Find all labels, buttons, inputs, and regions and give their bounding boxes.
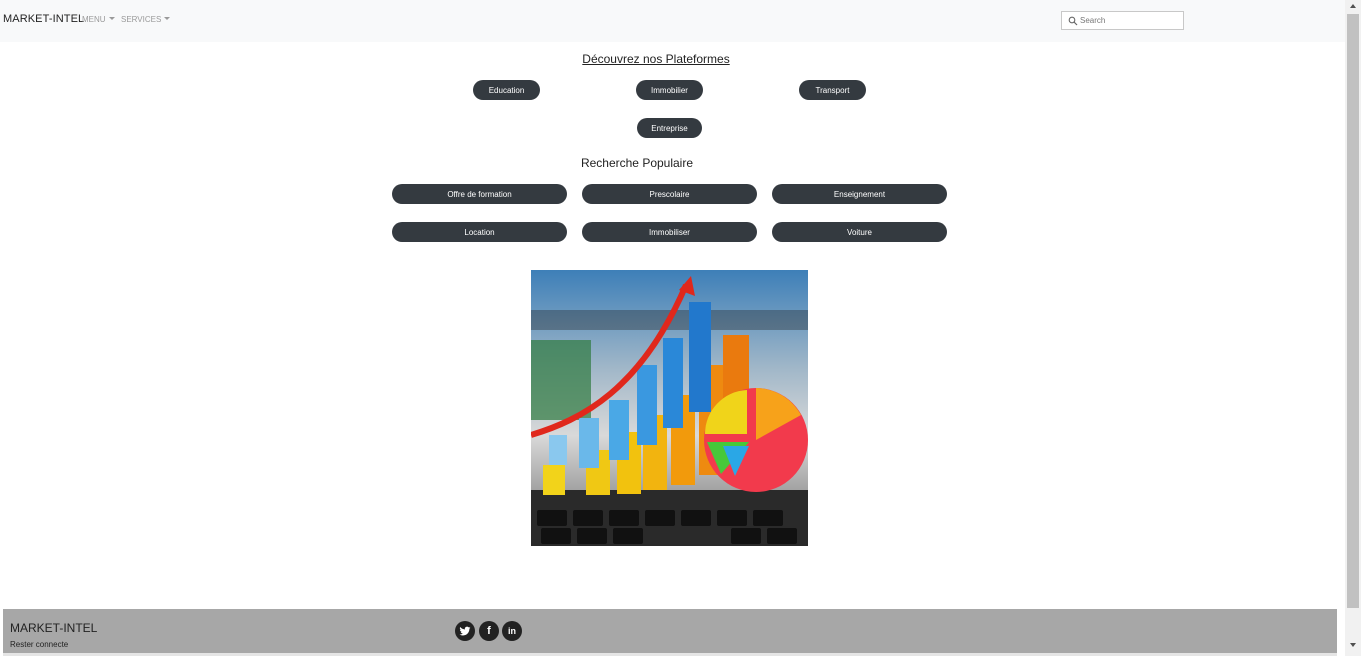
facebook-glyph: f (487, 625, 491, 637)
page-footer: MARKET-INTEL Rester connecte f in (3, 609, 1337, 656)
market-growth-illustration (531, 270, 808, 546)
menu-dropdown[interactable]: MENU (82, 15, 115, 24)
twitter-icon[interactable] (455, 621, 475, 641)
entreprise-button[interactable]: Entreprise (637, 118, 702, 138)
popular-heading: Recherche Populaire (580, 156, 694, 170)
offre-de-formation-button[interactable]: Offre de formation (392, 184, 567, 204)
education-button[interactable]: Education (473, 80, 540, 100)
menu-dropdown-label: MENU (82, 15, 106, 24)
enseignement-button[interactable]: Enseignement (772, 184, 947, 204)
page-scrollbar[interactable] (1345, 0, 1361, 656)
search-icon (1068, 16, 1078, 26)
linkedin-icon[interactable]: in (502, 621, 522, 641)
caret-down-icon (108, 17, 115, 20)
scrollbar-thumb[interactable] (1347, 14, 1359, 608)
platforms-heading[interactable]: Découvrez nos Plateformes (530, 52, 782, 66)
top-navbar: MARKET-INTEL MENU SERVICES (0, 0, 1345, 42)
voiture-button[interactable]: Voiture (772, 222, 947, 242)
search-box (1061, 11, 1184, 30)
brand-logo[interactable]: MARKET-INTEL (3, 13, 84, 25)
scroll-down-icon[interactable] (1350, 643, 1356, 647)
search-input[interactable] (1080, 13, 1180, 28)
immobiliser-button[interactable]: Immobiliser (582, 222, 757, 242)
transport-button[interactable]: Transport (799, 80, 866, 100)
twitter-bird-icon (459, 626, 471, 636)
footer-brand: MARKET-INTEL (10, 621, 98, 635)
linkedin-glyph: in (508, 626, 516, 636)
location-button[interactable]: Location (392, 222, 567, 242)
immobilier-button[interactable]: Immobilier (636, 80, 703, 100)
facebook-icon[interactable]: f (479, 621, 499, 641)
caret-down-icon (164, 17, 171, 20)
footer-tagline: Rester connecte (10, 640, 69, 649)
services-dropdown-label: SERVICES (121, 15, 162, 24)
prescolaire-button[interactable]: Prescolaire (582, 184, 757, 204)
scroll-up-icon[interactable] (1350, 4, 1356, 8)
services-dropdown[interactable]: SERVICES (121, 15, 171, 24)
